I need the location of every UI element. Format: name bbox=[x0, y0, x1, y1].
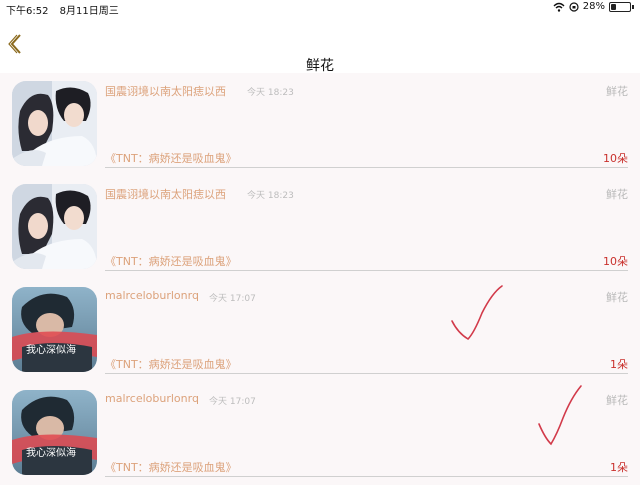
avatar-caption: 我心深似海 bbox=[26, 448, 76, 459]
divider bbox=[105, 476, 628, 477]
couple-avatar-image bbox=[12, 81, 97, 166]
flower-count: 1朵 bbox=[610, 358, 628, 371]
timestamp: 今天 17:07 bbox=[209, 397, 256, 407]
avatar[interactable]: 我心深似海 bbox=[12, 287, 97, 372]
gift-name: 鲜花 bbox=[606, 291, 628, 304]
flower-record-list: 国震诩境以南太阳痣以西 今天 18:23 鲜花 《TNT：病娇还是吸血鬼》 10… bbox=[0, 73, 640, 485]
battery-tip bbox=[632, 4, 634, 9]
flower-count: 10朵 bbox=[603, 255, 628, 268]
list-item[interactable]: 我心深似海 malrceloburlonrq 今天 17:07 鲜花 《TNT：… bbox=[0, 279, 640, 382]
gift-name: 鲜花 bbox=[606, 394, 628, 407]
checkmark-annotation-icon bbox=[451, 285, 503, 341]
list-item[interactable]: 国震诩境以南太阳痣以西 今天 18:23 鲜花 《TNT：病娇还是吸血鬼》 10… bbox=[0, 176, 640, 279]
timestamp: 今天 17:07 bbox=[209, 294, 256, 304]
avatar[interactable]: 我心深似海 bbox=[12, 390, 97, 475]
chevron-left-icon bbox=[8, 34, 21, 54]
avatar[interactable] bbox=[12, 184, 97, 269]
orientation-lock-icon bbox=[569, 1, 579, 12]
avatar-caption: 我心深似海 bbox=[26, 345, 76, 356]
username[interactable]: malrceloburlonrq bbox=[105, 392, 199, 405]
list-item[interactable]: 我心深似海 malrceloburlonrq 今天 17:07 鲜花 《TNT：… bbox=[0, 382, 640, 485]
timestamp: 今天 18:23 bbox=[247, 191, 294, 201]
status-bar: 下午6:52 8月11日周三 28% bbox=[0, 0, 640, 17]
book-title[interactable]: 《TNT：病娇还是吸血鬼》 bbox=[105, 356, 237, 372]
portrait-avatar-image bbox=[12, 390, 97, 475]
battery-fill bbox=[611, 3, 616, 10]
navigation-bar: 鲜花 bbox=[0, 16, 640, 74]
gift-name: 鲜花 bbox=[606, 85, 628, 98]
back-button[interactable] bbox=[6, 32, 26, 56]
book-title[interactable]: 《TNT：病娇还是吸血鬼》 bbox=[105, 253, 237, 269]
avatar[interactable] bbox=[12, 81, 97, 166]
username[interactable]: 国震诩境以南太阳痣以西 bbox=[105, 186, 226, 202]
book-title[interactable]: 《TNT：病娇还是吸血鬼》 bbox=[105, 150, 237, 166]
battery-percent: 28% bbox=[582, 1, 605, 12]
battery-icon bbox=[609, 1, 631, 12]
couple-avatar-image bbox=[12, 184, 97, 269]
divider bbox=[105, 167, 628, 168]
gift-name: 鲜花 bbox=[606, 188, 628, 201]
username[interactable]: 国震诩境以南太阳痣以西 bbox=[105, 83, 226, 99]
flower-count: 1朵 bbox=[610, 461, 628, 474]
book-title[interactable]: 《TNT：病娇还是吸血鬼》 bbox=[105, 459, 237, 475]
portrait-avatar-image bbox=[12, 287, 97, 372]
divider bbox=[105, 373, 628, 374]
timestamp: 今天 18:23 bbox=[247, 88, 294, 98]
page-title: 鲜花 bbox=[306, 58, 334, 74]
checkmark-annotation-icon bbox=[538, 385, 582, 446]
divider bbox=[105, 270, 628, 271]
username[interactable]: malrceloburlonrq bbox=[105, 289, 199, 302]
list-item[interactable]: 国震诩境以南太阳痣以西 今天 18:23 鲜花 《TNT：病娇还是吸血鬼》 10… bbox=[0, 73, 640, 176]
wifi-icon bbox=[553, 2, 565, 12]
flower-count: 10朵 bbox=[603, 152, 628, 165]
